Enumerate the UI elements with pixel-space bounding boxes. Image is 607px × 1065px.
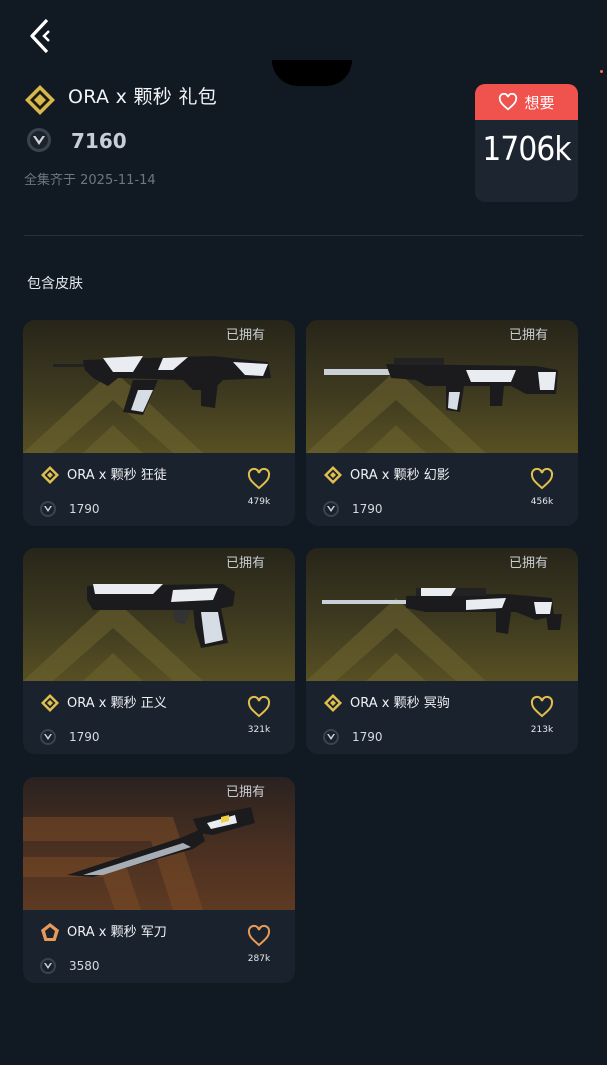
valorant-points-icon <box>27 128 51 152</box>
owned-badge: 已拥有 <box>225 785 265 800</box>
bundle-title: ORA x 颗秒 礼包 <box>68 86 218 108</box>
skin-card[interactable]: 已拥有 ORA x 颗秒 幻影 1790 456k <box>306 320 578 526</box>
skin-name: ORA x 颗秒 军刀 <box>67 925 167 940</box>
status-dot <box>600 70 603 73</box>
premium-tier-icon <box>25 85 55 115</box>
like-count: 456k <box>530 497 554 507</box>
premium-tier-icon <box>324 466 342 484</box>
exclusive-tier-icon <box>41 923 59 941</box>
skin-price: 1790 <box>69 730 100 744</box>
heart-icon[interactable] <box>530 695 554 719</box>
premium-tier-icon <box>324 694 342 712</box>
skin-image: 已拥有 <box>23 320 295 453</box>
owned-badge: 已拥有 <box>508 556 548 571</box>
skin-price: 1790 <box>352 730 383 744</box>
skin-price: 1790 <box>352 502 383 516</box>
bundle-price: 7160 <box>71 129 127 153</box>
premium-tier-icon <box>41 466 59 484</box>
skin-image: 已拥有 <box>306 320 578 453</box>
heart-icon[interactable] <box>530 467 554 491</box>
skin-image: 已拥有 <box>23 548 295 681</box>
divider <box>24 235 583 236</box>
want-label: 想要 <box>524 93 555 112</box>
skin-name: ORA x 颗秒 正义 <box>67 696 167 711</box>
valorant-points-icon <box>40 501 56 517</box>
owned-badge: 已拥有 <box>225 556 265 571</box>
want-button[interactable]: 想要 1706k <box>475 84 578 202</box>
heart-icon[interactable] <box>247 467 271 491</box>
want-header: 想要 <box>475 84 578 120</box>
want-count: 1706k <box>482 129 571 168</box>
premium-tier-icon <box>41 694 59 712</box>
valorant-points-icon <box>323 501 339 517</box>
skin-card[interactable]: 已拥有 ORA x 颗秒 正义 1790 321k <box>23 548 295 754</box>
chevron-left-icon <box>30 18 50 54</box>
skin-name: ORA x 颗秒 狂徒 <box>67 468 167 483</box>
owned-badge: 已拥有 <box>508 328 548 343</box>
skin-card[interactable]: 已拥有 ORA x 颗秒 冥驹 1790 213k <box>306 548 578 754</box>
camera-notch <box>272 60 352 86</box>
skin-name: ORA x 颗秒 冥驹 <box>350 696 450 711</box>
valorant-points-icon <box>323 729 339 745</box>
like-count: 287k <box>247 954 271 964</box>
collected-date: 全集齐于 2025-11-14 <box>24 173 156 188</box>
skin-price: 1790 <box>69 502 100 516</box>
like-count: 479k <box>247 497 271 507</box>
owned-badge: 已拥有 <box>225 328 265 343</box>
heart-icon[interactable] <box>247 924 271 948</box>
skin-card[interactable]: 已拥有 ORA x 颗秒 狂徒 1790 479k <box>23 320 295 526</box>
valorant-points-icon <box>40 958 56 974</box>
heart-icon[interactable] <box>247 695 271 719</box>
like-count: 321k <box>247 725 271 735</box>
heart-icon <box>499 93 518 111</box>
skin-card[interactable]: 已拥有 ORA x 颗秒 军刀 3580 287k <box>23 777 295 983</box>
skin-name: ORA x 颗秒 幻影 <box>350 468 450 483</box>
skin-image: 已拥有 <box>23 777 295 910</box>
valorant-points-icon <box>40 729 56 745</box>
like-count: 213k <box>530 725 554 735</box>
skin-image: 已拥有 <box>306 548 578 681</box>
back-button[interactable] <box>20 14 60 58</box>
skin-price: 3580 <box>69 959 100 973</box>
section-title: 包含皮肤 <box>27 276 83 292</box>
